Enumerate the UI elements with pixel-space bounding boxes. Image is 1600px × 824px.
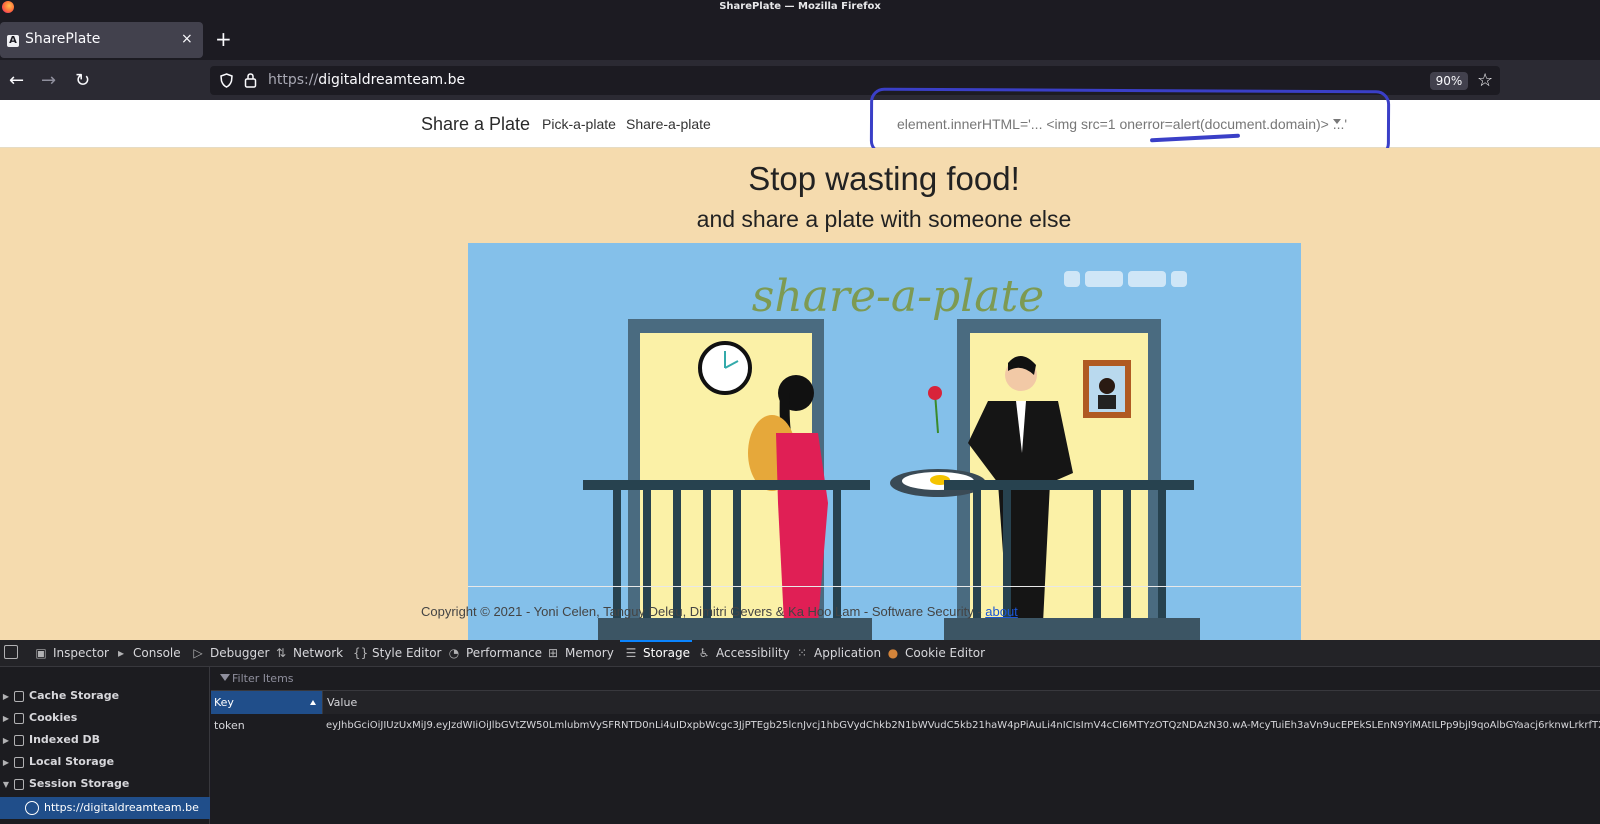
devtools-tab-style-editor[interactable]: {} Style Editor [353, 640, 441, 667]
style-editor-icon: {} [353, 646, 369, 660]
collapse-arrow-icon[interactable]: ▼ [0, 774, 12, 796]
footer: Copyright © 2021 - Yoni Celen, Tanguy De… [421, 604, 1018, 619]
hero-illustration: share-a-plate [468, 243, 1301, 640]
devtools-tab-label: Storage [643, 646, 690, 660]
filter-icon [220, 674, 230, 681]
site-brand[interactable]: Share a Plate [421, 114, 530, 135]
back-button[interactable]: ← [9, 72, 24, 90]
expand-arrow-icon[interactable]: ▶ [0, 752, 12, 774]
tracking-protection-shield-icon[interactable] [220, 73, 233, 88]
devtools-tab-inspector[interactable]: ▣ Inspector [34, 640, 109, 667]
hero-logo-text: share-a-plate [752, 271, 1044, 322]
storage-icon: ☰ [625, 646, 637, 660]
devtools-tab-label: Performance [466, 646, 543, 660]
firefox-logo-icon [2, 1, 14, 13]
devtools-tab-application[interactable]: ⁙ Application [795, 640, 881, 667]
devtools-tab-network[interactable]: ⇅ Network [274, 640, 343, 667]
table-cell-key[interactable]: token [211, 716, 322, 736]
footer-text: Copyright © 2021 - Yoni Celen, Tanguy De… [421, 604, 986, 619]
devtools-tab-label: Cookie Editor [905, 646, 986, 660]
database-icon [14, 756, 24, 768]
accessibility-icon: ♿ [698, 646, 710, 660]
filter-items-input[interactable] [211, 667, 1600, 691]
expand-arrow-icon[interactable]: ▶ [0, 686, 12, 708]
devtools-tab-label: Network [293, 646, 344, 660]
tree-item-label: Cache Storage [29, 689, 120, 702]
selected-origin-label: https://digitaldreamteam.be [44, 801, 199, 814]
performance-icon: ◔ [448, 646, 460, 660]
tree-item-indexed-db[interactable]: ▶ Indexed DB [0, 729, 210, 751]
tab-title: SharePlate [25, 31, 101, 47]
active-tab-indicator [620, 640, 692, 642]
debugger-icon: ▷ [193, 646, 203, 660]
nav-link-share-a-plate[interactable]: Share-a-plate [626, 116, 711, 132]
devtools-tab-label: Inspector [53, 646, 109, 660]
tab-close-icon[interactable]: × [181, 31, 193, 47]
column-header-value[interactable]: Value [322, 691, 1600, 714]
devtools-tab-performance[interactable]: ◔ Performance [447, 640, 542, 667]
tree-item-session-storage[interactable]: ▼ Session Storage [0, 773, 210, 795]
hero-heading: Stop wasting food! [748, 160, 1020, 197]
cookie-icon: ● [887, 646, 899, 660]
tree-item-label: Session Storage [29, 777, 130, 790]
globe-icon [25, 801, 39, 815]
nav-link-pick-a-plate[interactable]: Pick-a-plate [542, 116, 616, 132]
devtools-tab-label: Debugger [210, 646, 270, 660]
tree-item-label: Local Storage [29, 755, 115, 768]
application-icon: ⁙ [796, 646, 808, 660]
devtools-tab-console[interactable]: ▸ Console [114, 640, 181, 667]
memory-icon: ⊞ [547, 646, 559, 660]
database-icon [14, 734, 24, 746]
element-picker-icon[interactable] [4, 645, 18, 659]
expand-arrow-icon[interactable]: ▶ [0, 730, 12, 752]
tree-item-local-storage[interactable]: ▶ Local Storage [0, 751, 210, 773]
console-icon: ▸ [117, 646, 125, 660]
devtools-tab-accessibility[interactable]: ♿ Accessibility [697, 640, 790, 667]
footer-divider [468, 586, 1301, 587]
tree-item-cache-storage[interactable]: ▶ Cache Storage [0, 685, 210, 707]
window-title: SharePlate — Mozilla Firefox [0, 0, 1600, 14]
inspector-icon: ▣ [35, 646, 47, 660]
devtools-tab-debugger[interactable]: ▷ Debugger [191, 640, 269, 667]
network-icon: ⇅ [275, 646, 287, 660]
devtools-tab-label: Style Editor [372, 646, 442, 660]
devtools-tab-memory[interactable]: ⊞ Memory [546, 640, 614, 667]
sort-ascending-icon[interactable] [310, 700, 316, 705]
tree-item-label: Indexed DB [29, 733, 101, 746]
tree-item-label: Cookies [29, 711, 78, 724]
forward-button[interactable]: → [41, 72, 56, 90]
devtools-tab-storage[interactable]: ☰ Storage [624, 640, 690, 667]
bookmark-star-icon[interactable]: ☆ [1477, 70, 1493, 91]
tree-item-cookies[interactable]: ▶ Cookies [0, 707, 210, 729]
reload-button[interactable]: ↻ [75, 72, 90, 90]
tab-favicon-icon: A [7, 35, 19, 47]
database-icon [14, 712, 24, 724]
devtools-tab-label: Console [133, 646, 181, 660]
footer-about-link[interactable]: about [985, 604, 1018, 619]
url-text[interactable]: https://digitaldreamteam.be [268, 72, 465, 88]
devtools-tab-label: Accessibility [716, 646, 790, 660]
hero-subheading: and share a plate with someone else [696, 206, 1072, 232]
hand-drawn-annotation-circle [869, 87, 1391, 158]
column-header-key[interactable]: Key [211, 691, 322, 714]
url-host: digitaldreamteam.be [318, 72, 466, 88]
database-icon [14, 778, 24, 790]
devtools-tab-label: Memory [565, 646, 614, 660]
new-tab-button[interactable]: + [215, 29, 232, 49]
expand-arrow-icon[interactable]: ▶ [0, 708, 12, 730]
tab-strip [0, 20, 1600, 60]
devtools-tab-cookie-editor[interactable]: ● Cookie Editor [886, 640, 985, 667]
devtools-tab-label: Application [814, 646, 882, 660]
zoom-level-badge[interactable]: 90% [1430, 72, 1468, 90]
lock-icon[interactable] [244, 72, 257, 88]
database-icon [14, 690, 24, 702]
table-cell-value[interactable]: eyJhbGciOiJIUzUxMiJ9.eyJzdWIiOiJlbGVtZW5… [326, 716, 1600, 736]
url-scheme: https:// [268, 72, 319, 88]
filter-placeholder: Filter Items [232, 672, 294, 685]
